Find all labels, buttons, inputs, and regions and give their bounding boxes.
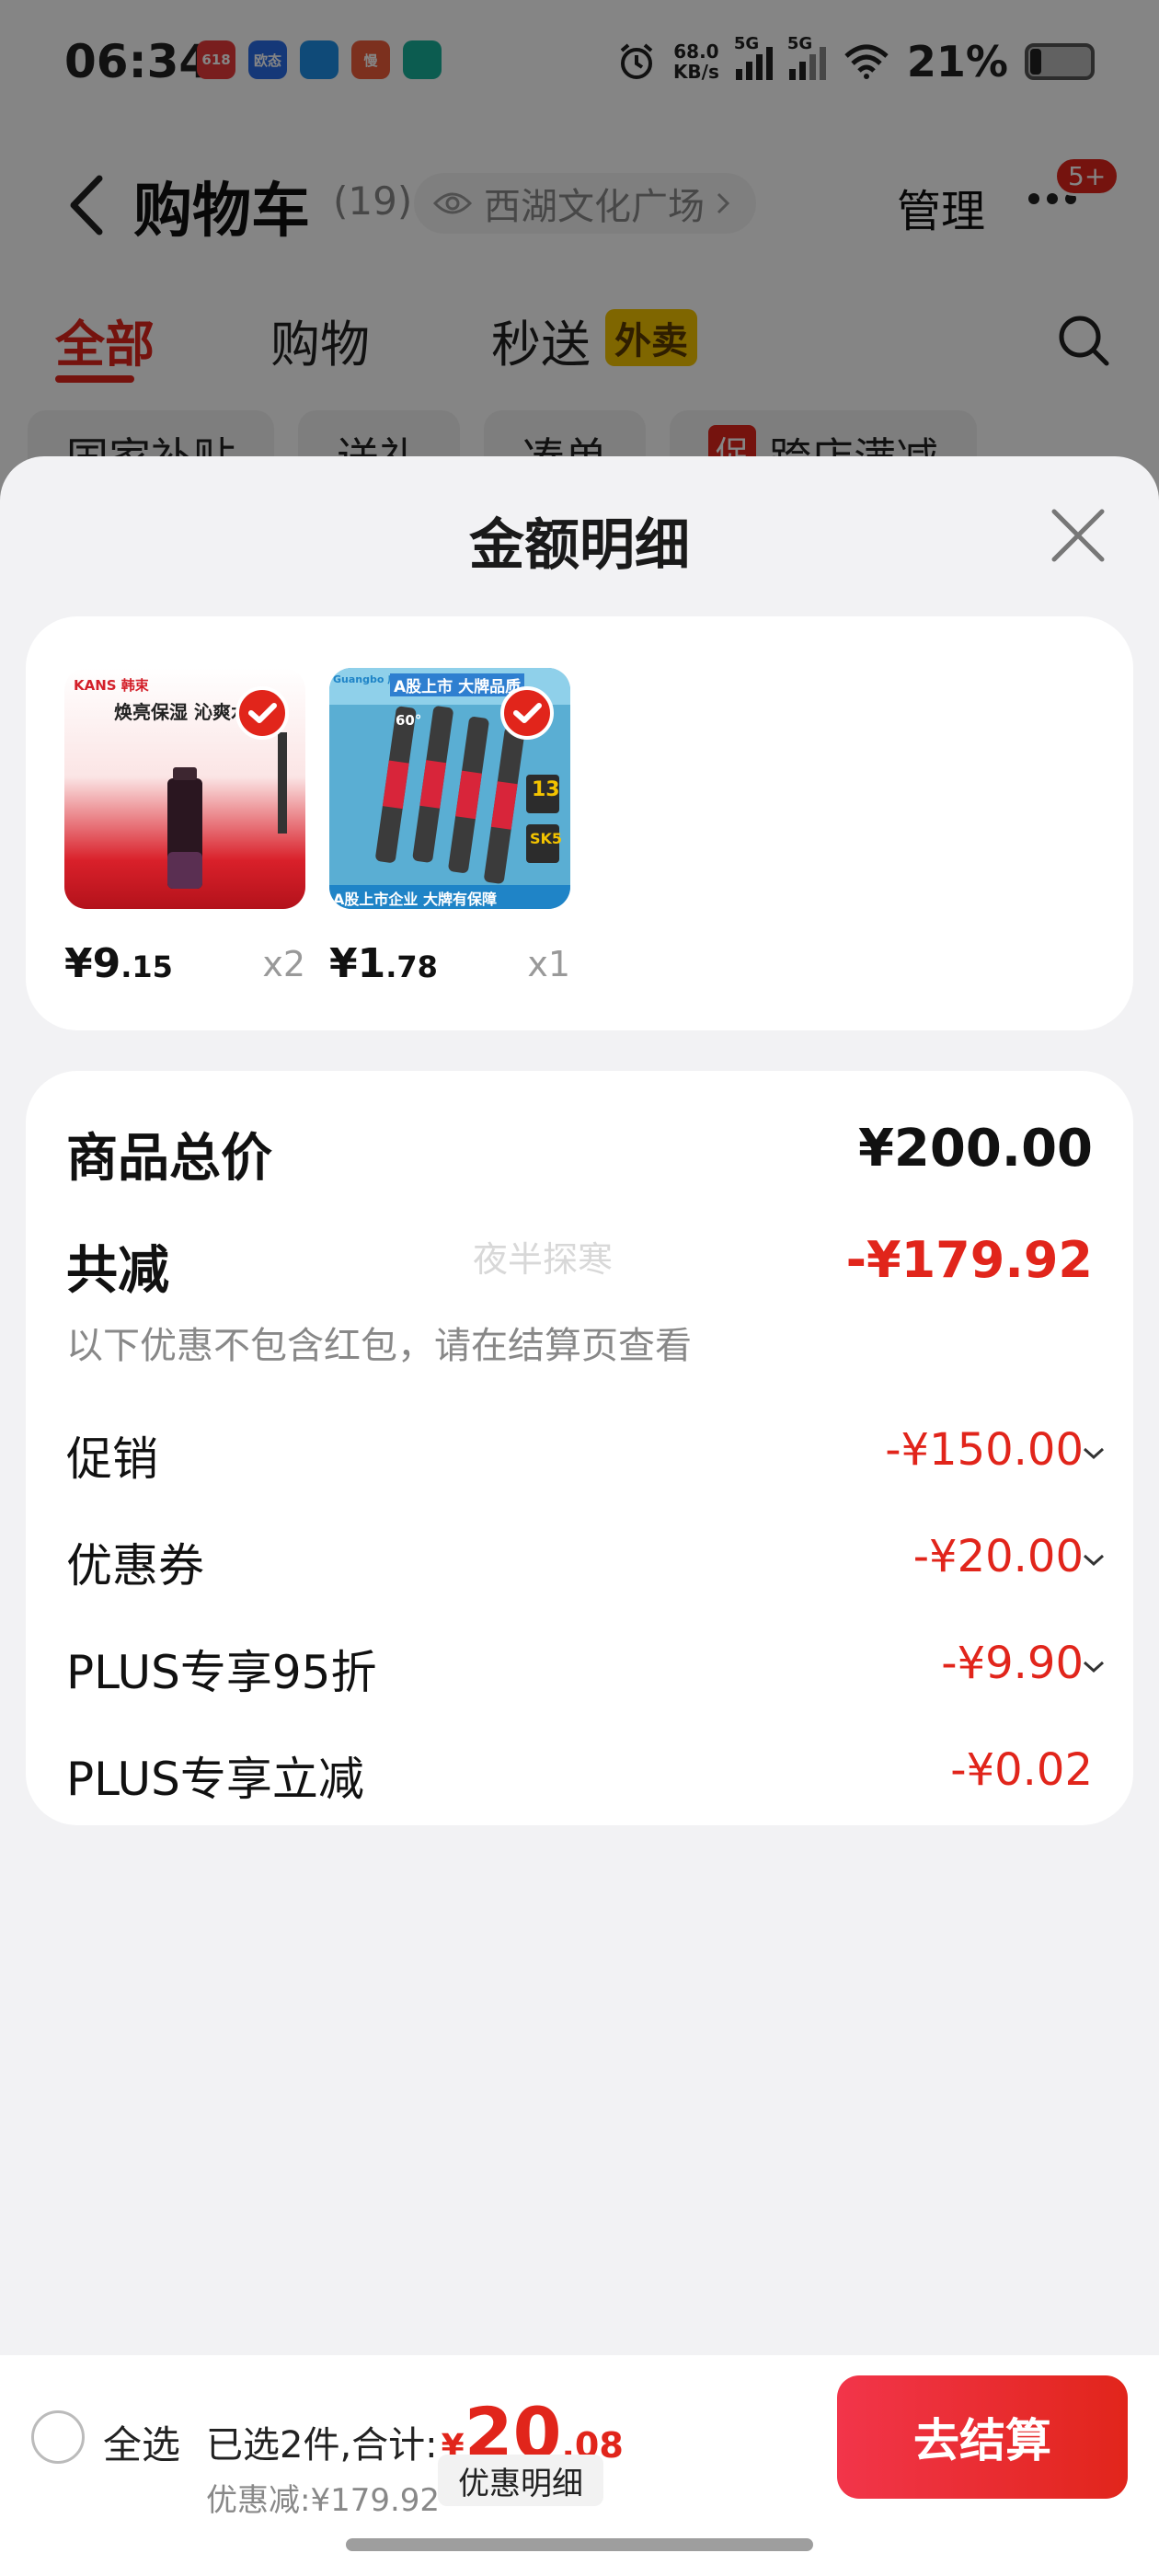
product-angle: 60° [396, 712, 422, 729]
product-footer: A股上市企业 大牌有保障 [333, 891, 497, 908]
product-image: KANS 韩束 焕亮保湿 沁爽水 [64, 668, 305, 909]
plus-discount-label: PLUS专享95折 [66, 1646, 377, 1699]
amount-detail-card: 商品总价 ¥200.00 夜半探寒 共减 -¥179.92 以下优惠不包含红包，… [26, 1071, 1133, 1825]
checked-icon [500, 686, 554, 740]
product-brand: KANS 韩束 [74, 677, 149, 694]
product-badge-sk5: SK5 [530, 830, 563, 847]
total-price-value: ¥200.00 [857, 1119, 1093, 1179]
chevron-down-icon[interactable] [1082, 1553, 1106, 1568]
modal-backdrop[interactable] [0, 0, 1159, 515]
amount-detail-sheet: 金额明细 KANS 韩束 焕亮保湿 沁爽水 ¥9.15 x2 Guangbo 广… [0, 456, 1159, 2576]
plus-reduce-label: PLUS专享立减 [66, 1753, 364, 1806]
promotion-value[interactable]: -¥150.00 [885, 1424, 1084, 1476]
discount-summary: 优惠减:¥179.92 [206, 2482, 441, 2519]
select-all-label[interactable]: 全选 [103, 2414, 180, 2470]
reduction-note: 以下优惠不包含红包，请在结算页查看 [66, 1325, 692, 1367]
sheet-title: 金额明细 [469, 513, 690, 578]
home-indicator[interactable] [346, 2538, 813, 2551]
plus-reduce-value: -¥0.02 [950, 1744, 1093, 1796]
product-item[interactable]: KANS 韩束 焕亮保湿 沁爽水 ¥9.15 x2 [64, 668, 305, 987]
coupon-label: 优惠券 [66, 1539, 204, 1593]
product-item[interactable]: Guangbo 广博 A股上市 大牌品质 60° 13 SK5 A股上市企业 大… [329, 668, 570, 987]
watermark: 夜半探寒 [473, 1239, 614, 1280]
product-price: ¥1.78 [329, 940, 438, 987]
summary-prefix: 已选2件,合计: [206, 2424, 438, 2467]
checked-icon [235, 686, 289, 740]
price-dec: .15 [120, 949, 173, 984]
total-reduction-label: 共减 [66, 1241, 169, 1301]
selected-products-card: KANS 韩束 焕亮保湿 沁爽水 ¥9.15 x2 Guangbo 广博 A股上… [26, 616, 1133, 1030]
discount-detail-button[interactable]: 优惠明细 [438, 2455, 603, 2506]
product-qty: x2 [262, 944, 305, 984]
total-reduction-value: -¥179.92 [845, 1231, 1093, 1289]
product-qty: x1 [527, 944, 570, 984]
total-price-label: 商品总价 [66, 1129, 272, 1189]
product-price: ¥9.15 [64, 940, 173, 987]
price-int: ¥1 [329, 940, 386, 987]
chevron-down-icon[interactable] [1082, 1660, 1106, 1674]
price-int: ¥9 [64, 940, 121, 987]
promotion-label: 促销 [66, 1432, 158, 1486]
product-badge-number: 13 [532, 778, 560, 801]
checkout-button[interactable]: 去结算 [837, 2375, 1128, 2499]
chevron-down-icon[interactable] [1082, 1446, 1106, 1461]
product-image: Guangbo 广博 A股上市 大牌品质 60° 13 SK5 A股上市企业 大… [329, 668, 570, 909]
price-dec: .78 [385, 949, 438, 984]
coupon-value[interactable]: -¥20.00 [913, 1531, 1084, 1582]
product-slogan: 焕亮保湿 沁爽水 [114, 701, 249, 723]
close-icon[interactable] [1049, 506, 1107, 565]
plus-discount-value[interactable]: -¥9.90 [941, 1638, 1084, 1689]
select-all-radio[interactable] [31, 2410, 85, 2464]
